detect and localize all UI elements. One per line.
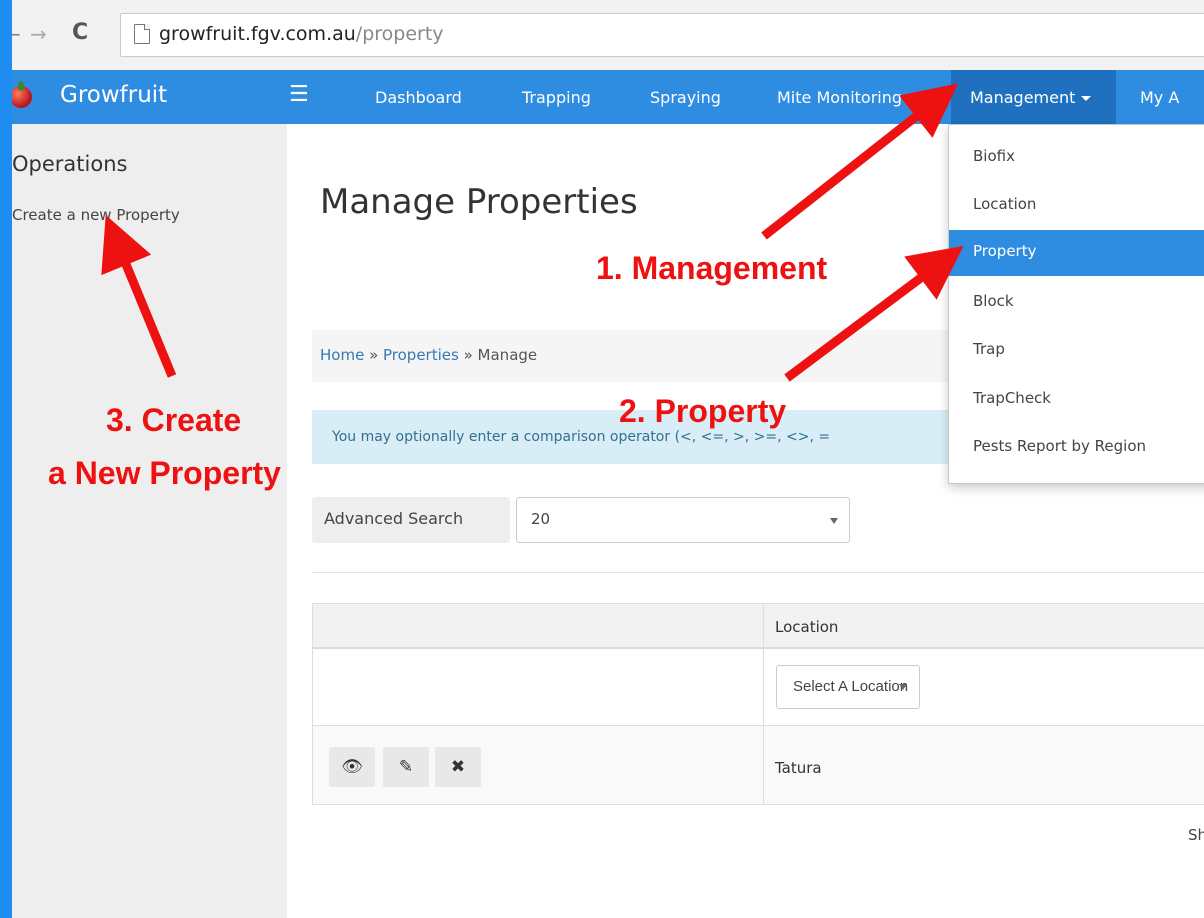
breadcrumb-trail: Home » Properties » Manage <box>320 346 537 364</box>
annotation-step-2: 2. Property <box>619 393 787 429</box>
dropdown-item-trapcheck[interactable]: TrapCheck <box>949 377 1204 423</box>
back-icon[interactable]: ← <box>12 22 21 46</box>
annotation-step-3-line-2: a New Property <box>48 455 281 491</box>
hamburger-menu-icon[interactable]: ☰ <box>289 82 309 107</box>
dropdown-item-location[interactable]: Location <box>949 183 1204 229</box>
breadcrumb-home[interactable]: Home <box>320 346 364 364</box>
dropdown-item-label: Property <box>973 242 1037 260</box>
page-title: Manage Properties <box>320 182 638 222</box>
properties-table: Location Select A Location 👁 ✎ ✖ Tatura <box>312 603 1204 805</box>
advanced-search-label: Advanced Search <box>324 509 464 528</box>
dropdown-item-label: Block <box>973 292 1014 310</box>
dropdown-item-trap[interactable]: Trap <box>949 328 1204 374</box>
column-header-location[interactable]: Location <box>775 618 838 636</box>
apple-logo-icon <box>12 81 32 108</box>
table-row: 👁 ✎ ✖ Tatura <box>313 726 1204 804</box>
nav-trapping[interactable]: Trapping <box>522 88 591 107</box>
sidebar: Operations Create a new Property <box>12 124 287 918</box>
sidebar-heading: Operations <box>12 152 128 176</box>
filter-row: Select A Location <box>313 649 1204 726</box>
dropdown-item-biofix[interactable]: Biofix <box>949 135 1204 181</box>
brand-name[interactable]: Growfruit <box>60 82 167 108</box>
nav-mite-monitoring[interactable]: Mite Monitoring <box>777 88 902 107</box>
page-size-select[interactable]: 20 <box>516 497 850 543</box>
page-size-value: 20 <box>531 510 551 528</box>
cell-location: Tatura <box>775 759 822 777</box>
dropdown-item-label: Pests Report by Region <box>973 437 1147 455</box>
browser-toolbar: ← → C growfruit.fgv.com.au/property <box>12 0 1204 71</box>
location-filter-placeholder: Select A Location <box>793 678 909 695</box>
create-property-link[interactable]: Create a new Property <box>12 206 180 224</box>
dropdown-item-label: Biofix <box>973 147 1015 165</box>
info-text: You may optionally enter a comparison op… <box>332 429 831 445</box>
table-header: Location <box>313 604 1204 649</box>
nav-spraying[interactable]: Spraying <box>650 88 721 107</box>
management-dropdown: Biofix Location Property Block Trap Trap… <box>948 124 1204 484</box>
breadcrumb-separator: » <box>364 346 384 364</box>
nav-dashboard[interactable]: Dashboard <box>375 88 462 107</box>
column-divider <box>763 604 764 804</box>
breadcrumb-current: Manage <box>477 346 538 364</box>
dropdown-item-property[interactable]: Property <box>949 230 1204 276</box>
annotation-step-3-line-1: 3. Create <box>106 402 242 438</box>
forward-icon[interactable]: → <box>30 22 47 46</box>
nav-management-text: Management <box>970 88 1076 107</box>
showing-summary: Sh <box>1188 826 1204 844</box>
dropdown-item-label: Trap <box>973 340 1005 358</box>
page-icon <box>134 24 150 44</box>
dropdown-item-block[interactable]: Block <box>949 280 1204 326</box>
nav-management[interactable]: Management <box>951 70 1116 124</box>
divider <box>312 572 1204 573</box>
dropdown-item-pests-report[interactable]: Pests Report by Region <box>949 425 1204 471</box>
dropdown-item-label: TrapCheck <box>973 389 1051 407</box>
nav-my-account[interactable]: My A <box>1140 88 1179 107</box>
main-navbar: Growfruit ☰ Dashboard Trapping Spraying … <box>12 70 1204 124</box>
breadcrumb-separator: » <box>458 346 478 364</box>
breadcrumb-properties[interactable]: Properties <box>383 346 459 364</box>
url-host: growfruit.fgv.com.au <box>159 23 356 45</box>
caret-down-icon <box>1081 96 1092 101</box>
reload-icon[interactable]: C <box>72 20 88 45</box>
delete-x-icon[interactable]: ✖ <box>435 747 481 787</box>
view-eye-icon[interactable]: 👁 <box>329 747 375 787</box>
url-path: /property <box>355 23 444 45</box>
annotation-step-1: 1. Management <box>596 250 828 286</box>
dropdown-item-label: Location <box>973 195 1037 213</box>
nav-management-label: Management <box>970 88 1092 107</box>
advanced-search-button[interactable]: Advanced Search <box>312 497 510 543</box>
location-filter-select[interactable]: Select A Location <box>776 665 920 709</box>
select-caret-icon <box>899 684 907 690</box>
address-bar[interactable]: growfruit.fgv.com.au/property <box>120 13 1204 57</box>
select-caret-icon <box>830 518 838 524</box>
edit-pencil-icon[interactable]: ✎ <box>383 747 429 787</box>
address-url: growfruit.fgv.com.au/property <box>159 23 444 45</box>
app-frame: ← → C growfruit.fgv.com.au/property Grow… <box>12 0 1204 918</box>
